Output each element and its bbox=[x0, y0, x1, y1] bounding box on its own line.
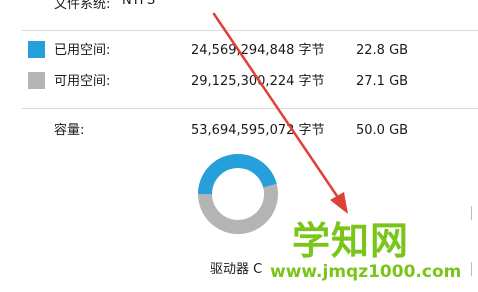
used-space-size: 22.8 GB bbox=[356, 43, 409, 58]
used-space-bytes: 24,569,294,848 字节 bbox=[191, 43, 325, 58]
free-space-label: 可用空间: bbox=[54, 74, 111, 89]
file-system-label: 文件系统: bbox=[54, 0, 111, 12]
used-space-label: 已用空间: bbox=[54, 43, 111, 58]
file-system-value: NTFS bbox=[122, 0, 156, 8]
free-space-row: 可用空间: 29,125,300,224 字节 27.1 GB bbox=[0, 71, 478, 93]
divider bbox=[22, 30, 478, 31]
free-color-swatch bbox=[28, 72, 45, 89]
capacity-row: 容量: 53,694,595,072 字节 50.0 GB bbox=[0, 120, 478, 142]
watermark-url: www.jmqz1000.com bbox=[270, 262, 462, 282]
capacity-label: 容量: bbox=[54, 123, 85, 138]
watermark: 学知网 www.jmqz1000.com bbox=[262, 200, 478, 292]
drive-label: 驱动器 C bbox=[210, 262, 263, 277]
free-space-size: 27.1 GB bbox=[356, 74, 409, 89]
used-space-row: 已用空间: 24,569,294,848 字节 22.8 GB bbox=[0, 40, 478, 62]
used-color-swatch bbox=[28, 41, 45, 58]
free-space-bytes: 29,125,300,224 字节 bbox=[191, 74, 325, 89]
watermark-title: 学知网 bbox=[292, 219, 410, 263]
capacity-size: 50.0 GB bbox=[356, 123, 409, 138]
capacity-bytes: 53,694,595,072 字节 bbox=[191, 123, 325, 138]
divider bbox=[22, 108, 478, 109]
